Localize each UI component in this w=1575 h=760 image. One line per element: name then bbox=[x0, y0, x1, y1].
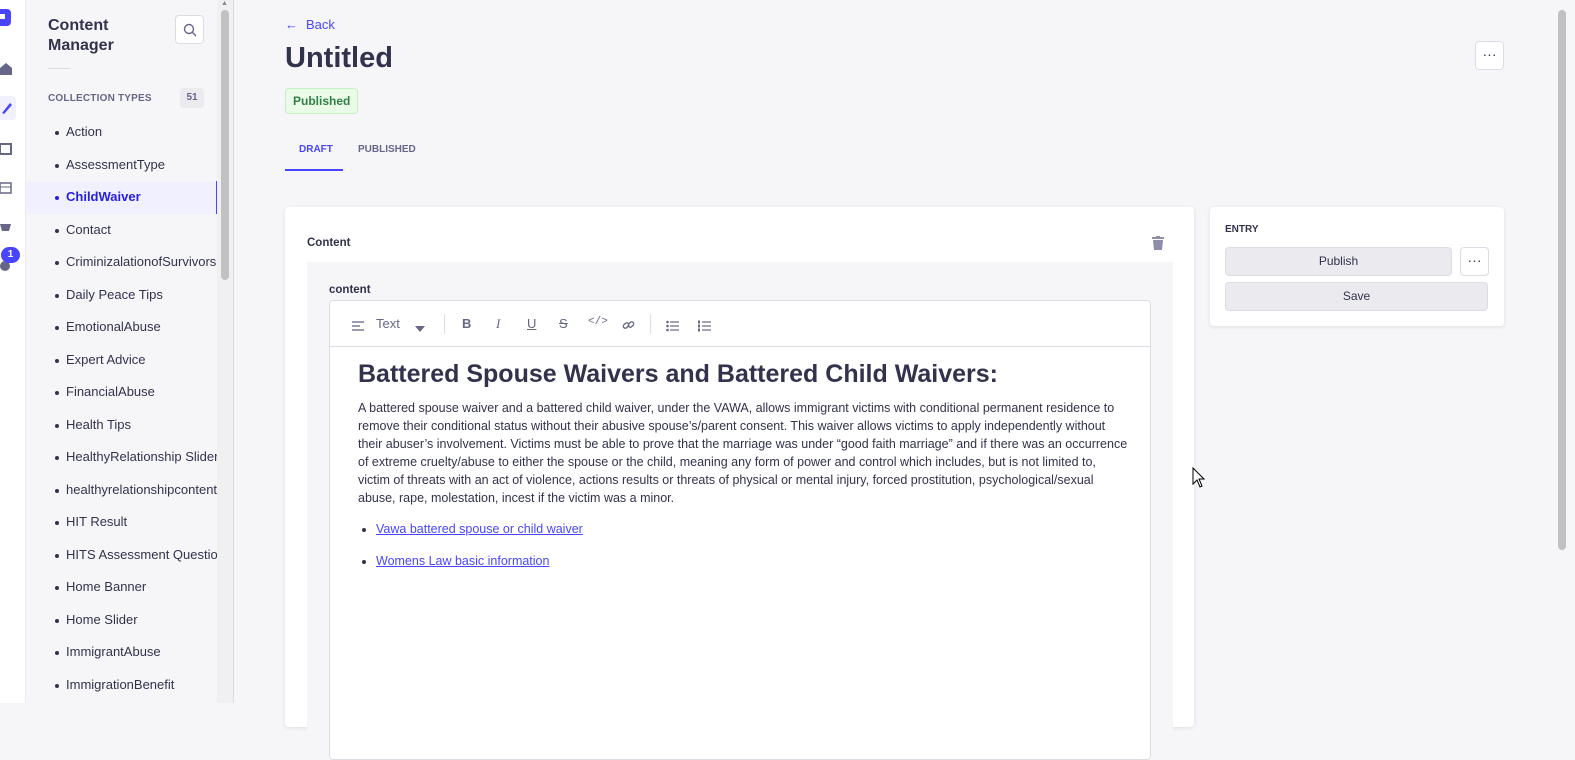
strikethrough-icon[interactable]: S bbox=[559, 316, 568, 332]
sidebar-item[interactable]: FinancialAbuse bbox=[26, 376, 218, 409]
content-manager-sidebar: Content Manager COLLECTION TYPES 51 Acti… bbox=[26, 0, 234, 703]
settings-notification-badge: 1 bbox=[1, 247, 20, 263]
sidebar-title: Content Manager bbox=[48, 17, 114, 54]
content-type-builder-icon[interactable] bbox=[0, 181, 12, 195]
marketplace-icon[interactable] bbox=[0, 221, 12, 235]
entry-panel-title: ENTRY bbox=[1225, 224, 1259, 235]
sidebar-search-button[interactable] bbox=[175, 15, 204, 44]
sidebar-item[interactable]: ImmigrationBenefit bbox=[26, 669, 218, 702]
publish-button[interactable]: Publish bbox=[1225, 247, 1452, 276]
content-field-wrapper: content Text B I U S </> Battered Spouse… bbox=[307, 262, 1173, 760]
scroll-up-arrow-icon[interactable]: ▲ bbox=[221, 0, 228, 7]
component-label: Content bbox=[307, 237, 351, 249]
tab-draft[interactable]: DRAFT bbox=[299, 138, 333, 171]
editor-content[interactable]: Battered Spouse Waivers and Battered Chi… bbox=[358, 359, 1128, 584]
content-manager-icon[interactable] bbox=[0, 101, 12, 115]
sidebar-item[interactable]: Daily Peace Tips bbox=[26, 279, 218, 312]
media-library-icon[interactable] bbox=[0, 142, 12, 156]
sidebar-item[interactable]: Contact bbox=[26, 214, 218, 247]
home-icon[interactable] bbox=[0, 62, 12, 76]
sidebar-item[interactable]: HealthyRelationship Slider bbox=[26, 441, 218, 474]
sidebar-item[interactable]: Health Tips bbox=[26, 409, 218, 442]
underline-icon[interactable]: U bbox=[527, 316, 536, 332]
trash-icon[interactable] bbox=[1152, 236, 1164, 250]
sidebar-item[interactable]: Home Slider bbox=[26, 604, 218, 637]
list-item: Womens Law basic information bbox=[376, 552, 1128, 570]
sidebar-item[interactable]: HIT Result bbox=[26, 506, 218, 539]
vawa-waiver-link[interactable]: Vawa battered spouse or child waiver bbox=[376, 522, 583, 536]
tab-published[interactable]: PUBLISHED bbox=[358, 138, 416, 171]
content-field-label: content bbox=[329, 284, 371, 296]
content-card: Content content Text B I U S </> Battere… bbox=[285, 207, 1194, 760]
chevron-down-icon[interactable] bbox=[415, 321, 425, 337]
toolbar-separator bbox=[650, 314, 651, 334]
search-icon bbox=[183, 23, 197, 37]
rich-text-editor[interactable]: Text B I U S </> Battered Spouse Waivers… bbox=[329, 300, 1151, 760]
sidebar-divider bbox=[48, 68, 70, 69]
sidebar-item[interactable]: healthyrelationshipcontent bbox=[26, 474, 218, 507]
sidebar-item[interactable]: AssessmentType bbox=[26, 149, 218, 182]
bold-icon[interactable]: B bbox=[462, 316, 471, 332]
content-link-list: Vawa battered spouse or child waiver Wom… bbox=[358, 520, 1128, 570]
mouse-cursor-icon bbox=[1192, 467, 1206, 488]
entry-panel: ENTRY Publish ··· Save bbox=[1210, 207, 1504, 326]
sidebar-item[interactable]: Expert Advice bbox=[26, 344, 218, 377]
sidebar-scrollbar[interactable]: ▲ bbox=[217, 0, 233, 703]
content-paragraph: A battered spouse waiver and a battered … bbox=[358, 401, 1128, 505]
content-heading: Battered Spouse Waivers and Battered Chi… bbox=[358, 360, 998, 388]
code-icon[interactable]: </> bbox=[588, 316, 608, 332]
arrow-left-icon: ← bbox=[285, 17, 298, 32]
back-link[interactable]: ← Back bbox=[285, 17, 335, 32]
collection-types-heading: COLLECTION TYPES bbox=[48, 93, 152, 104]
page-scrollbar[interactable] bbox=[1556, 0, 1575, 703]
collection-types-count: 51 bbox=[180, 88, 204, 108]
sidebar-item[interactable]: ChildWaiver bbox=[26, 181, 218, 214]
toolbar-separator bbox=[444, 314, 445, 334]
sidebar-item[interactable]: CriminizalationofSurvivors bbox=[26, 246, 218, 279]
womens-law-link[interactable]: Womens Law basic information bbox=[376, 554, 549, 568]
italic-icon[interactable]: I bbox=[496, 316, 500, 332]
header-more-actions-button[interactable]: ··· bbox=[1475, 41, 1504, 70]
main-nav-rail: 1 bbox=[0, 0, 26, 703]
back-label: Back bbox=[306, 17, 335, 32]
block-type-select[interactable]: Text bbox=[376, 316, 400, 332]
sidebar-item[interactable]: Action bbox=[26, 116, 218, 149]
sidebar-item[interactable]: Home Banner bbox=[26, 571, 218, 604]
edit-view-main: ← Back Untitled Published ··· DRAFT PUBLI… bbox=[234, 0, 1556, 760]
app-logo[interactable] bbox=[0, 9, 11, 26]
page-title: Untitled bbox=[285, 42, 393, 74]
entry-more-actions-button[interactable]: ··· bbox=[1460, 247, 1489, 276]
active-tab-indicator bbox=[285, 169, 343, 171]
sidebar-item[interactable]: ImmigrantAbuse bbox=[26, 636, 218, 669]
save-button[interactable]: Save bbox=[1225, 282, 1488, 311]
collection-types-list: Action AssessmentType ChildWaiver Contact Cr… bbox=[26, 116, 225, 702]
sidebar-item[interactable]: HITS Assessment Question bbox=[26, 539, 225, 572]
link-icon[interactable] bbox=[622, 317, 635, 333]
page-scrollbar-thumb[interactable] bbox=[1558, 10, 1566, 550]
editor-toolbar: Text B I U S </> bbox=[330, 301, 1150, 347]
align-left-icon[interactable] bbox=[352, 318, 364, 334]
status-badge: Published bbox=[285, 88, 359, 114]
sidebar-item[interactable]: EmotionalAbuse bbox=[26, 311, 218, 344]
sidebar-scrollbar-thumb[interactable] bbox=[221, 10, 229, 280]
numbered-list-icon[interactable] bbox=[698, 318, 711, 334]
bulleted-list-icon[interactable] bbox=[666, 318, 679, 334]
list-item: Vawa battered spouse or child waiver bbox=[376, 520, 1128, 538]
